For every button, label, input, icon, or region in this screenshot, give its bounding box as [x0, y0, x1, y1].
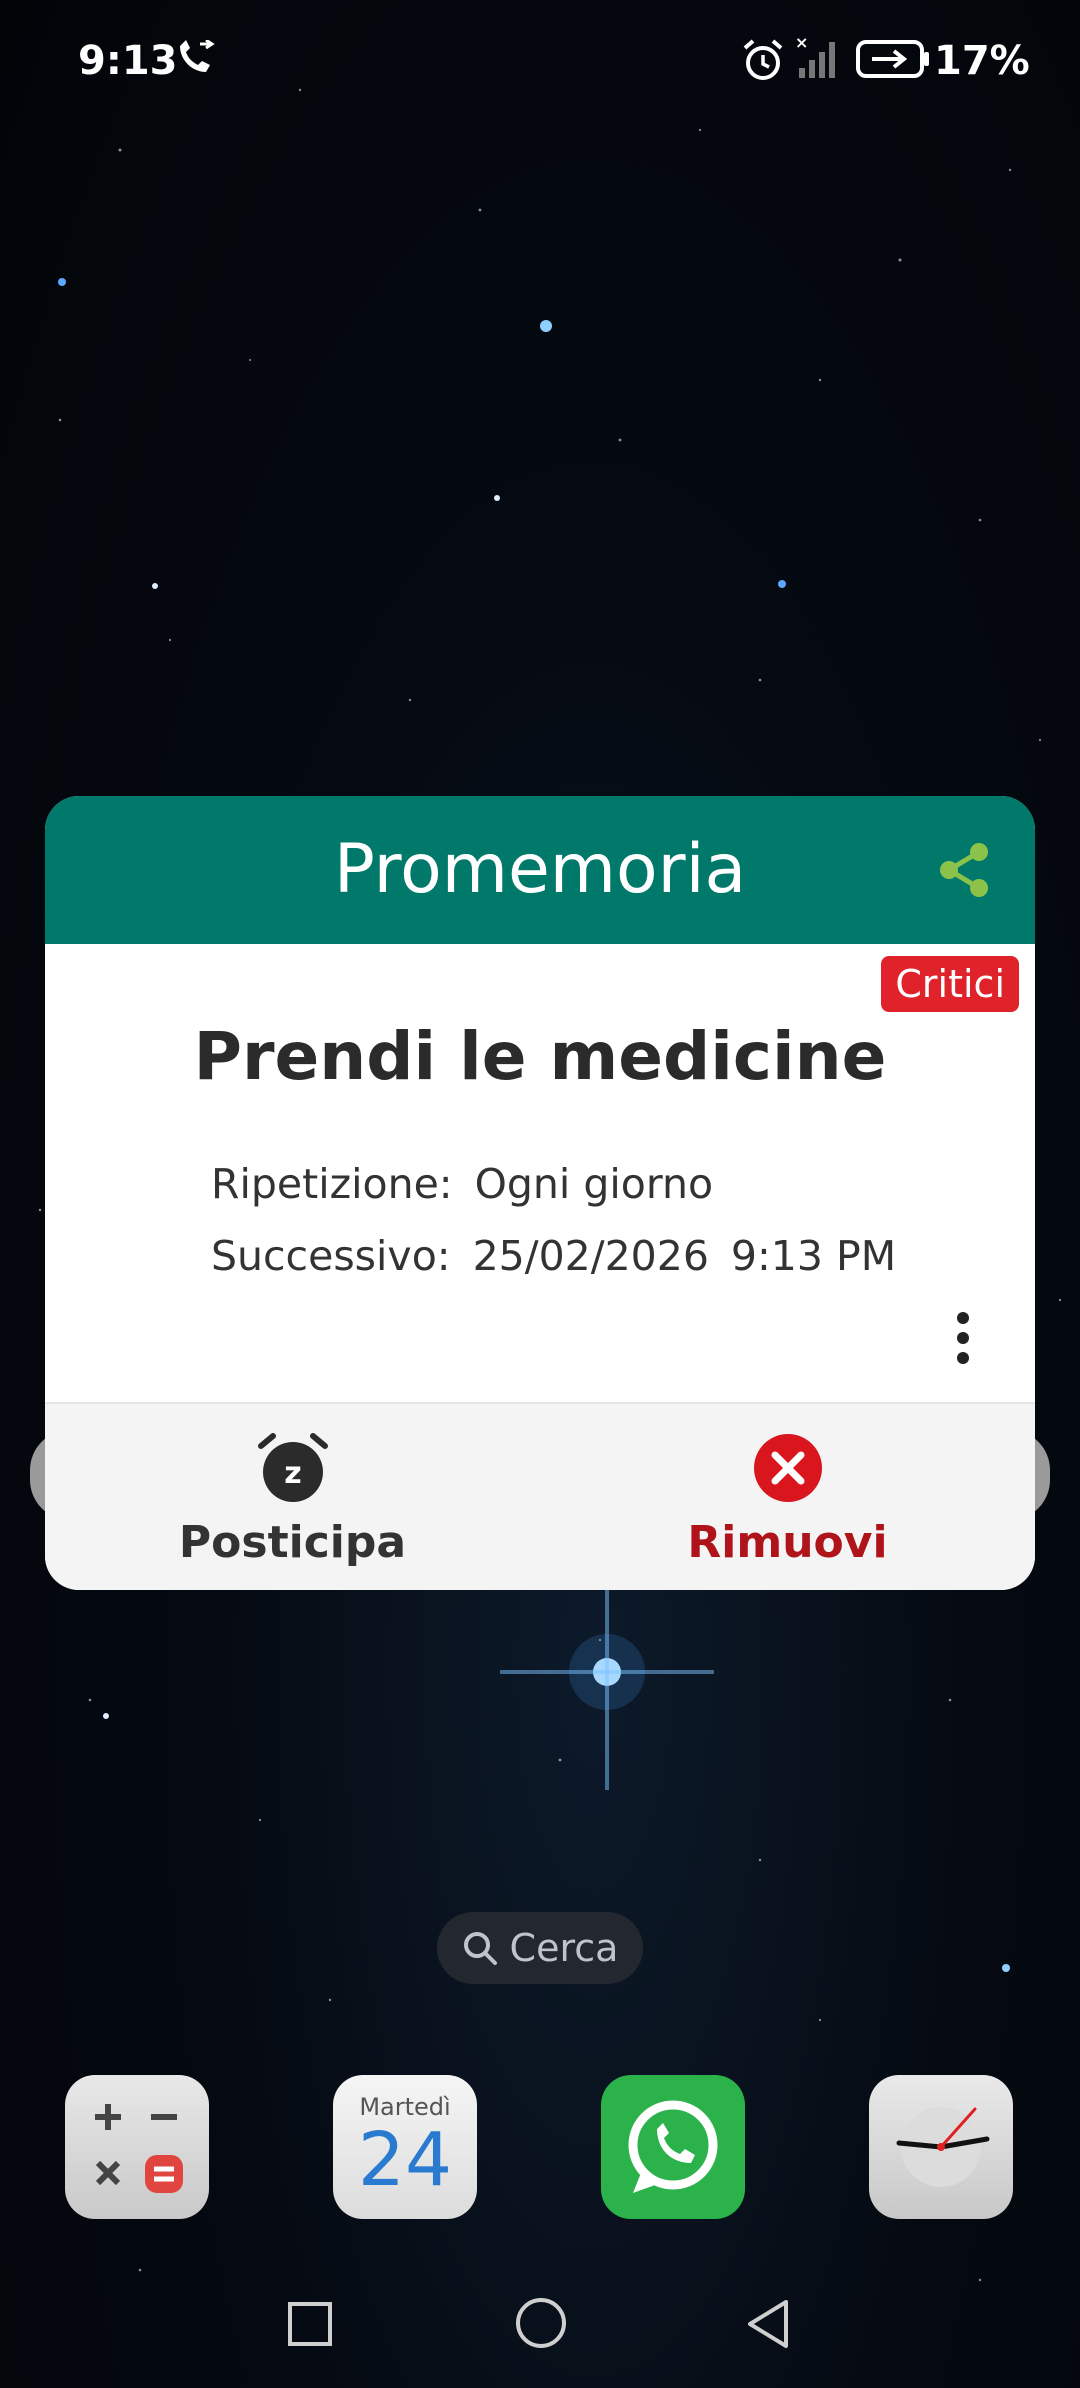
calendar-date: 24 [357, 2117, 453, 2203]
calculator-app[interactable] [65, 2075, 209, 2219]
reminder-dialog: Promemoria Critici Prendi le medicine Ri… [45, 796, 1035, 1590]
home-search-bar[interactable]: Cerca [437, 1912, 643, 1984]
whatsapp-icon [628, 2100, 718, 2193]
search-icon [463, 1932, 497, 1965]
alarm-icon [743, 39, 783, 80]
repeat-row: Ripetizione: Ogni giorno [211, 1160, 713, 1208]
whatsapp-app[interactable] [601, 2075, 745, 2219]
dialog-header: Promemoria [45, 796, 1035, 944]
more-vert-icon[interactable] [951, 1310, 975, 1366]
battery-charging-icon [856, 40, 929, 78]
next-row: Successivo: 25/02/2026 9:13 PM [211, 1232, 896, 1280]
close-circle-icon [753, 1434, 822, 1502]
status-time: 9:13 [78, 38, 178, 84]
call-icon [180, 40, 215, 72]
remove-button[interactable]: Rimuovi [540, 1404, 1035, 1590]
calendar-app[interactable]: Martedì 24 [333, 2075, 477, 2219]
reminder-title: Prendi le medicine [193, 1018, 887, 1095]
search-label: Cerca [509, 1926, 619, 1970]
recents-button[interactable] [286, 2300, 334, 2348]
snooze-alarm-icon: z [257, 1433, 328, 1502]
snooze-button[interactable]: z Posticipa [45, 1404, 540, 1590]
calculator-icon [95, 2104, 183, 2193]
svg-text:×: × [795, 34, 808, 52]
battery-percent: 17% [934, 38, 1030, 84]
dialog-body: Critici Prendi le medicine Ripetizione: O… [45, 944, 1035, 1402]
share-icon[interactable] [933, 838, 997, 902]
status-bar: 9:13 × 17% [0, 0, 1080, 120]
snooze-label: Posticipa [178, 1517, 407, 1568]
repeat-value: Ogni giorno [474, 1160, 714, 1208]
svg-text:z: z [284, 1456, 301, 1491]
remove-label: Rimuovi [687, 1517, 888, 1568]
next-date: 25/02/2026 [472, 1232, 709, 1280]
repeat-label: Ripetizione: [211, 1160, 453, 1208]
signal-icon: × [795, 34, 835, 78]
dialog-title: Promemoria [333, 830, 747, 909]
clock-app[interactable] [869, 2075, 1013, 2219]
home-button[interactable] [514, 2296, 568, 2350]
next-time: 9:13 PM [730, 1232, 897, 1280]
clock-icon [896, 2107, 990, 2187]
dialog-actions: z Posticipa Rimuovi [45, 1402, 1035, 1590]
back-button[interactable] [744, 2298, 792, 2350]
priority-badge: Critici [881, 956, 1019, 1012]
next-label: Successivo: [211, 1232, 451, 1280]
